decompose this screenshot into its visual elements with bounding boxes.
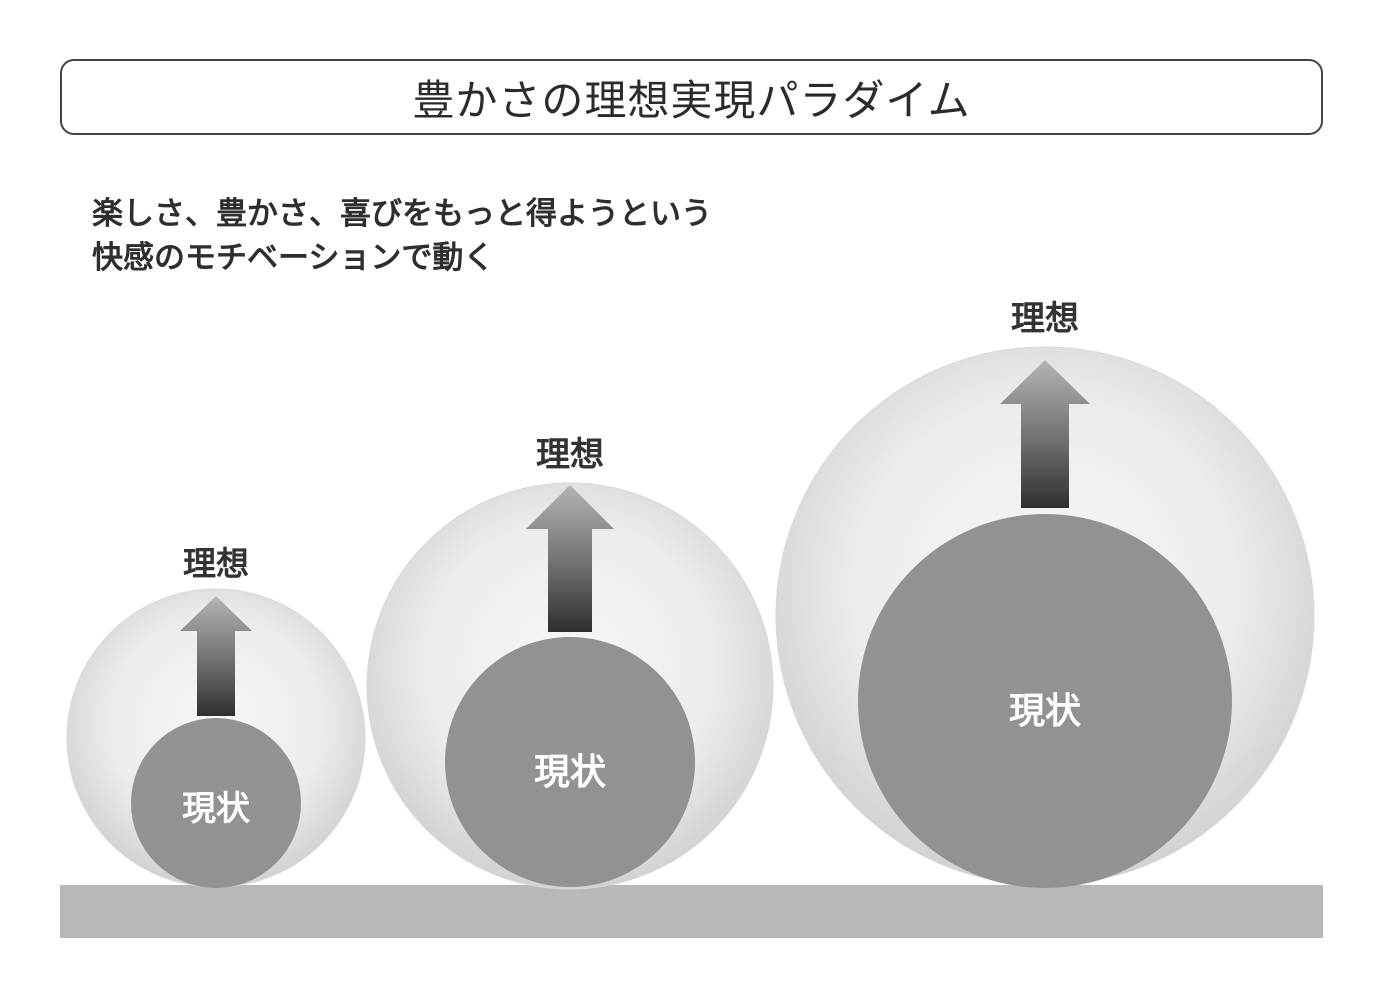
stage-3: 理想 現状 xyxy=(775,299,1315,888)
ideal-label-3: 理想 xyxy=(1011,299,1079,339)
ideal-label-1: 理想 xyxy=(183,544,249,583)
stage-1: 理想 現状 xyxy=(66,544,366,888)
stage-2: 理想 現状 xyxy=(366,435,774,890)
current-label-3: 現状 xyxy=(1009,691,1082,732)
current-label-2: 現状 xyxy=(534,752,607,793)
ideal-label-2: 理想 xyxy=(536,435,604,475)
growth-diagram: 理想 現状 理想 現状 理想 現状 xyxy=(66,299,1315,890)
current-label-1: 現状 xyxy=(182,789,251,829)
